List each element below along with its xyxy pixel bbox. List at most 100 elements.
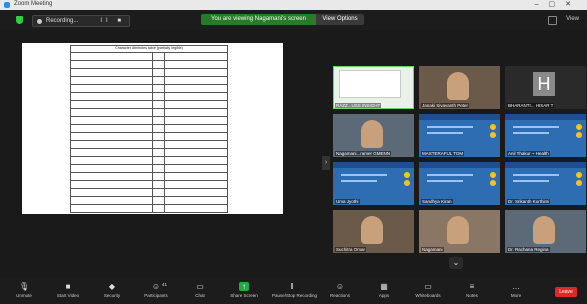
slide-graphic [576, 172, 582, 178]
participant-tile[interactable]: Uma Jyothi [333, 162, 414, 205]
screen-thumbnail [339, 70, 401, 98]
start-video-button[interactable]: ■ Start Video [48, 281, 88, 303]
participant-tile[interactable]: RAZZ...USS INSIGHT [333, 66, 414, 109]
table-cell [70, 51, 153, 61]
encryption-shield-icon[interactable] [16, 16, 23, 24]
slide-graphic [427, 126, 473, 128]
table-cell [151, 179, 166, 189]
meeting-toolbar: Leave 🎙 Unmute ■ Start Video ◆ Security ☺ Parti… [0, 279, 587, 304]
table-cell [70, 163, 153, 173]
table-cell [164, 75, 228, 85]
slide-graphic [505, 162, 586, 168]
table-cell [164, 59, 228, 69]
participant-tile[interactable]: Dr. Rachana Regina [505, 210, 586, 253]
slide-graphic [576, 180, 582, 186]
toolbar-label: Whiteboards [415, 293, 441, 298]
slide-graphic [404, 172, 410, 178]
table-cell [70, 139, 153, 149]
table-cell [164, 195, 228, 205]
apps-button[interactable]: ▦ Apps [364, 281, 404, 303]
participants-icon: ☺ [151, 282, 161, 291]
table-cell [151, 91, 166, 101]
more-icon: … [512, 282, 520, 291]
participant-name: Dr. Srikanth Kurthimi [507, 199, 551, 204]
slide-graphic [427, 132, 463, 134]
table-cell [70, 131, 153, 141]
more-button[interactable]: … More [496, 281, 536, 303]
table-row [70, 107, 228, 117]
participant-tile[interactable]: Sandhya Kiran [419, 162, 500, 205]
shield-icon: ◆ [108, 282, 116, 291]
toolbar-label: Participants [144, 293, 168, 298]
table-cell [164, 115, 228, 125]
table-row [70, 163, 228, 173]
chat-button[interactable]: ▭ Chat [180, 281, 220, 303]
pause-icon: ‖ [290, 282, 294, 291]
share-screen-button[interactable]: ↑ Share Screen [224, 281, 264, 303]
fullscreen-icon[interactable] [548, 16, 557, 25]
toolbar-label: Notes [466, 293, 478, 298]
gallery-next-page-button[interactable]: ⌄ [449, 257, 463, 269]
recording-dot-icon [37, 18, 42, 24]
table-cell [164, 91, 228, 101]
slide-graphic [490, 180, 496, 186]
table-cell [70, 179, 153, 189]
table-row [70, 123, 228, 133]
leave-button[interactable]: Leave [555, 287, 577, 297]
slide-graphic [505, 114, 586, 120]
participant-tile[interactable]: H BHARANTI... HISAR T [505, 66, 586, 109]
table-row [70, 99, 228, 109]
pause-stop-recording-button[interactable]: ‖ Pause/Stop Recording [272, 281, 317, 303]
participants-button[interactable]: ☺ Participants 41 [136, 281, 176, 303]
slide-graphic [341, 174, 387, 176]
table-row [70, 75, 228, 85]
recording-controls[interactable]: II ■ [100, 18, 125, 24]
table-cell [70, 83, 153, 93]
table-cell [70, 75, 153, 85]
document-table-header: Character Attributes table (partially le… [70, 45, 228, 53]
toolbar-label: Reactions [329, 293, 350, 298]
table-row [70, 59, 228, 69]
slide-graphic [490, 172, 496, 178]
reactions-button[interactable]: ☺ Reactions [320, 281, 360, 303]
table-cell [70, 123, 153, 133]
slide-graphic [404, 180, 410, 186]
toolbar-label: Start Video [56, 293, 80, 298]
apps-icon: ▦ [380, 282, 388, 291]
table-row [70, 147, 228, 157]
table-row [70, 91, 228, 101]
unmute-button[interactable]: 🎙 Unmute [4, 281, 44, 303]
table-cell [151, 131, 166, 141]
toolbar-label: More [510, 293, 522, 298]
slide-graphic [576, 124, 582, 130]
table-cell [70, 59, 153, 69]
participant-tile[interactable]: Nagamani [419, 210, 500, 253]
window-controls[interactable]: –▢✕ [535, 0, 581, 8]
participant-tile[interactable]: Janaki Sivavanth Peter [419, 66, 500, 109]
table-cell [151, 99, 166, 109]
participant-tile[interactable]: Anil Thakur ~ Health [505, 114, 586, 157]
table-cell [164, 51, 228, 61]
participant-tile[interactable]: MASTERAFUL TOM [419, 114, 500, 157]
recording-indicator[interactable]: Recording... II ■ [32, 15, 130, 27]
participant-tile[interactable]: Suchitra Omar [333, 210, 414, 253]
table-row [70, 131, 228, 141]
security-button[interactable]: ◆ Security [92, 281, 132, 303]
view-options-button[interactable]: View Options [316, 14, 364, 25]
table-row [70, 51, 228, 61]
collapse-panel-button[interactable]: › [322, 156, 330, 170]
participant-name: BHARANTI... HISAR T [507, 103, 555, 108]
table-cell [151, 139, 166, 149]
recording-label: Recording... [46, 18, 79, 24]
whiteboards-button[interactable]: ▭ Whiteboards [408, 281, 448, 303]
slide-graphic [490, 124, 496, 130]
view-button[interactable]: View [566, 16, 579, 22]
participant-tile[interactable]: Nagamani...ramer GMENN [333, 114, 414, 157]
participant-tile[interactable]: Dr. Srikanth Kurthimi [505, 162, 586, 205]
table-cell [70, 155, 153, 165]
toolbar-label: Security [103, 293, 121, 298]
table-cell [164, 187, 228, 197]
table-cell [164, 123, 228, 133]
participant-name: Nagamani [421, 247, 444, 252]
notes-button[interactable]: ≡ Notes [452, 281, 492, 303]
